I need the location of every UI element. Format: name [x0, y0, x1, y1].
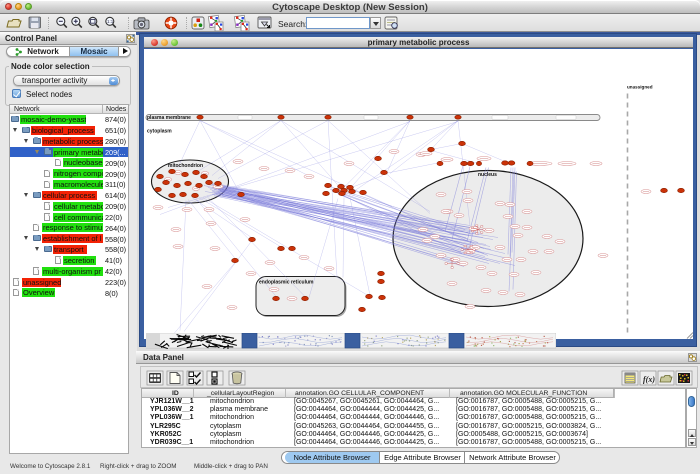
svg-text:mitochondrion: mitochondrion: [168, 163, 203, 169]
svg-text:endoplasmic reticulum: endoplasmic reticulum: [259, 280, 314, 286]
svg-text:1:1: 1:1: [107, 19, 114, 24]
svg-text:nucleus: nucleus: [478, 172, 497, 178]
svg-text:f(x): f(x): [643, 375, 655, 384]
svg-text:cytoplasm: cytoplasm: [147, 129, 172, 135]
svg-text:unassigned: unassigned: [627, 85, 653, 90]
svg-text:plasma membrane: plasma membrane: [147, 115, 191, 121]
